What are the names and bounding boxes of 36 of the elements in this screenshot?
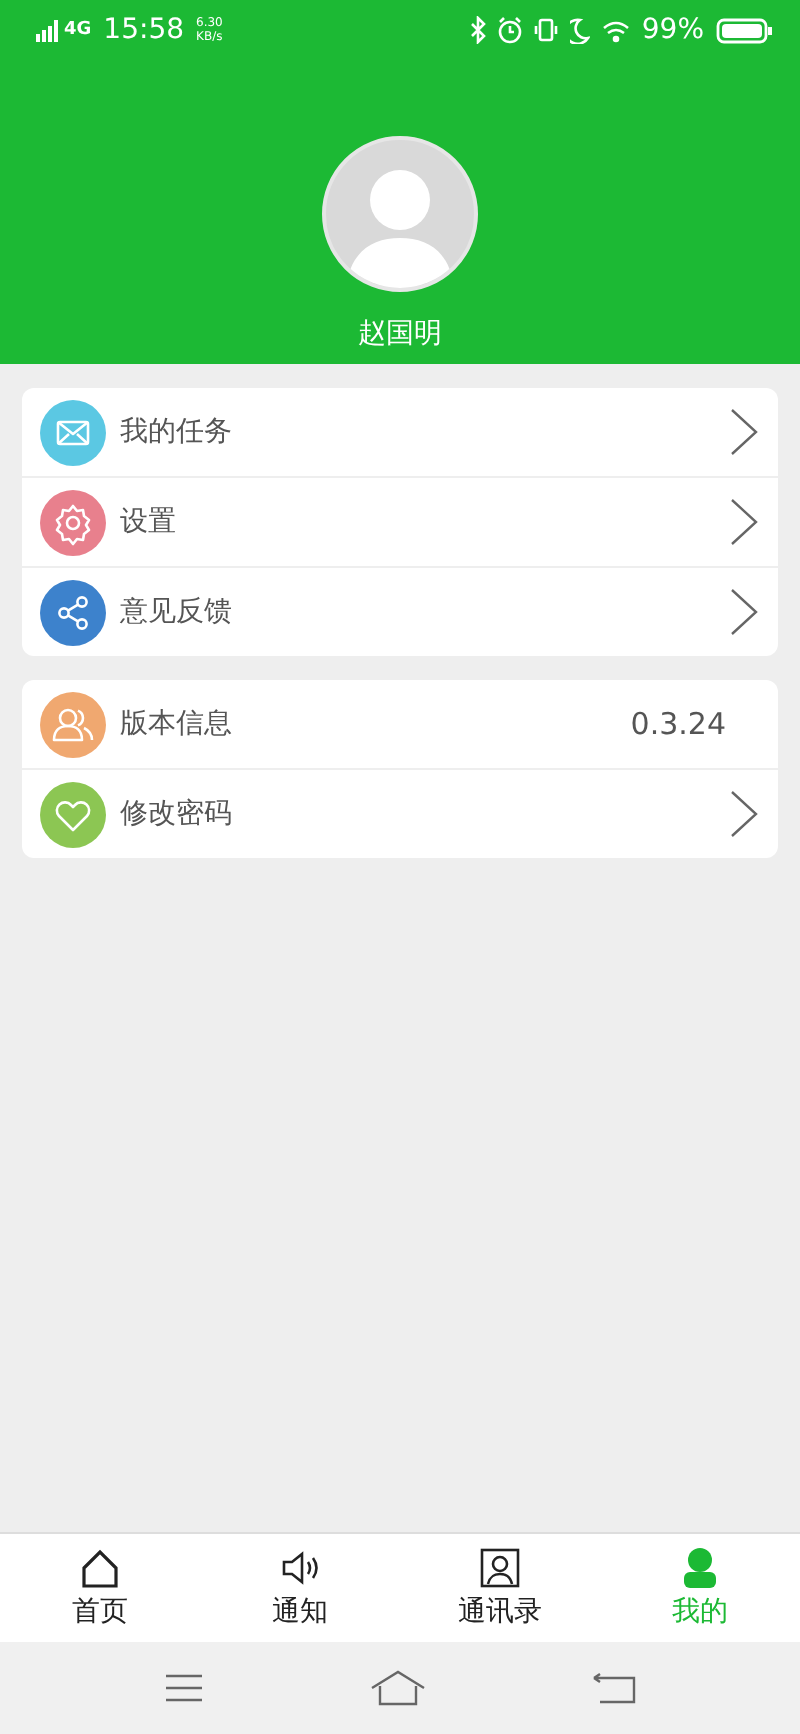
chevron-icon <box>730 588 758 636</box>
contact-card-icon <box>478 1546 522 1590</box>
alarm-icon <box>497 16 522 44</box>
clock-time: 15:58 <box>103 14 185 46</box>
chevron-icon <box>730 790 758 838</box>
vibrate-icon <box>533 16 558 44</box>
home-icon <box>78 1546 122 1590</box>
version-value: 0.3.24 <box>630 706 726 742</box>
chevron-icon <box>730 408 758 456</box>
menu-icon[interactable] <box>163 1672 204 1704</box>
nav-tab[interactable]: 首页 <box>0 1534 200 1642</box>
network-type: 4G <box>64 20 92 40</box>
home-icon[interactable] <box>369 1670 426 1706</box>
menu-item[interactable]: 版本信息 0.3.24 <box>22 680 778 768</box>
menu-item[interactable]: 我的任务 <box>22 388 778 476</box>
menu-item[interactable]: 设置 <box>22 476 778 566</box>
menu-label: 版本信息 <box>120 706 234 742</box>
menu-item[interactable]: 修改密码 <box>22 768 778 858</box>
wifi-icon <box>601 16 630 44</box>
menu-label: 修改密码 <box>120 796 234 832</box>
bluetooth-icon <box>469 16 486 44</box>
menu-label: 我的任务 <box>120 414 234 450</box>
moon-icon <box>569 16 590 44</box>
chevron-icon <box>730 498 758 546</box>
menu-label: 设置 <box>120 504 178 540</box>
battery-percent: 99% <box>641 14 704 46</box>
nav-tab[interactable]: 通讯录 <box>400 1534 600 1642</box>
user-name: 赵国明 <box>358 316 442 352</box>
nav-tab[interactable]: 通知 <box>200 1534 400 1642</box>
speaker-icon <box>278 1546 322 1590</box>
menu-label: 意见反馈 <box>120 594 234 630</box>
person-icon <box>678 1546 722 1590</box>
back-icon[interactable] <box>592 1672 637 1704</box>
menu-item[interactable]: 意见反馈 <box>22 566 778 656</box>
battery-icon <box>716 17 772 43</box>
signal-icon <box>36 19 60 41</box>
